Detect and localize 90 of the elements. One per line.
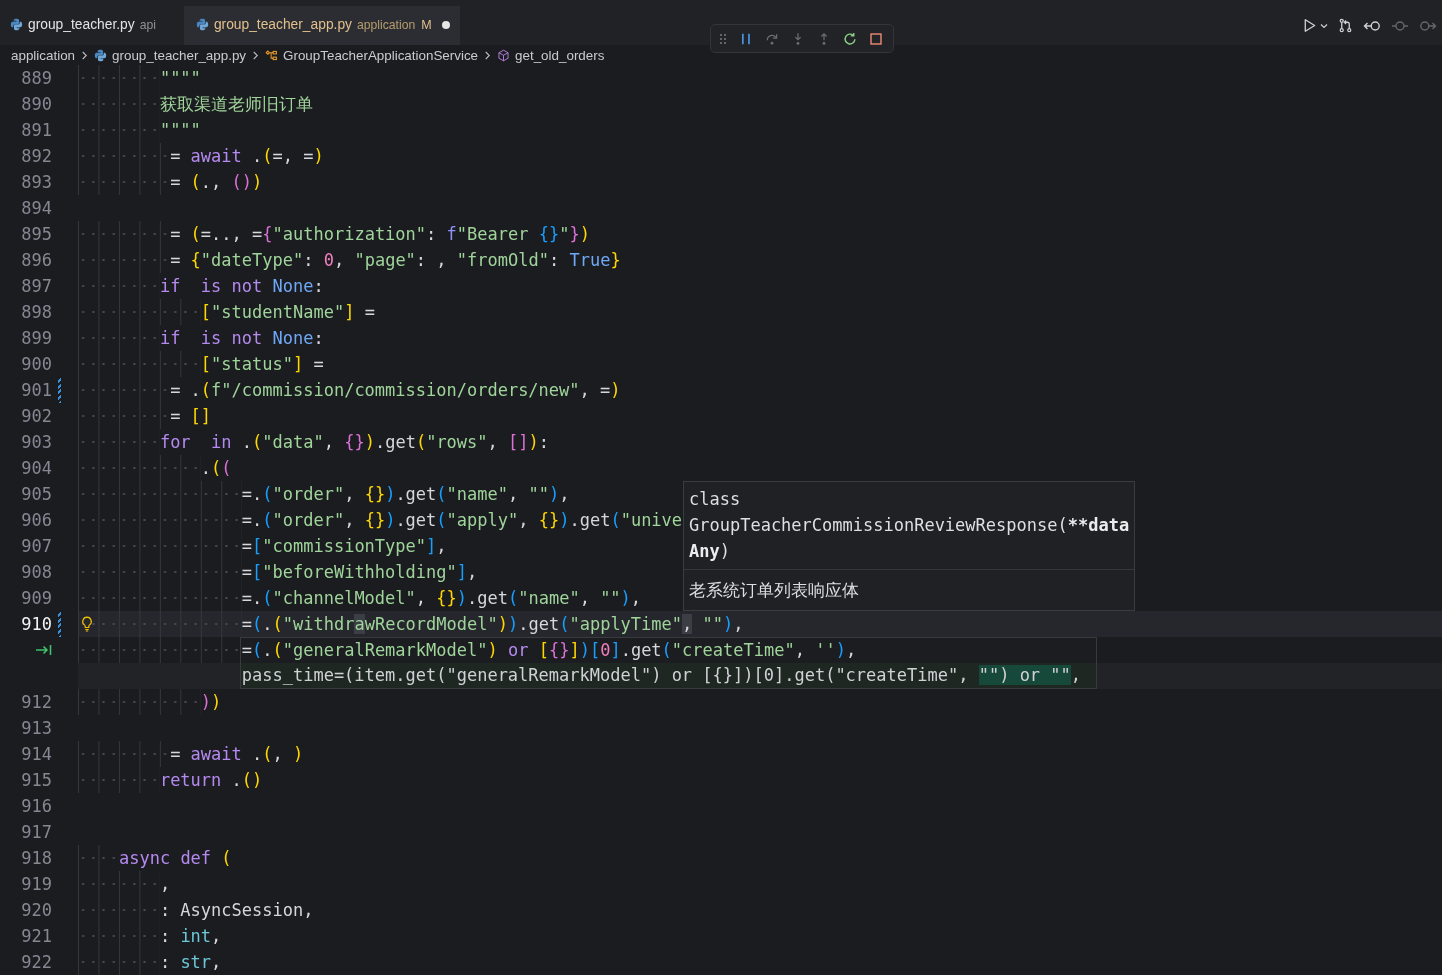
line-number: 891 bbox=[21, 119, 52, 142]
chevron-right-icon bbox=[252, 50, 260, 60]
hover-signature: class GroupTeacherCommissionReviewResponse(**data Any) bbox=[688, 488, 1131, 563]
code-line: )) bbox=[200, 691, 222, 714]
code-line: return .() bbox=[159, 769, 263, 792]
code-line: .(( bbox=[200, 457, 232, 480]
drag-handle-icon[interactable] bbox=[719, 32, 727, 45]
line-number: 905 bbox=[21, 483, 52, 506]
hover-doc: 老系统订单列表响应体 bbox=[684, 569, 1135, 602]
line-number: 914 bbox=[21, 743, 52, 766]
line-number: 903 bbox=[21, 431, 52, 454]
code-line: for in .("data", {}).get("rows", []): bbox=[159, 431, 550, 454]
line-number: 909 bbox=[21, 587, 52, 610]
line-number: 899 bbox=[21, 327, 52, 350]
tab-arrow-icon[interactable] bbox=[35, 644, 52, 656]
code-line: ["studentName"] = bbox=[200, 301, 375, 324]
line-number: 907 bbox=[21, 535, 52, 558]
code-line: , bbox=[159, 873, 171, 896]
code-line: = [] bbox=[170, 405, 212, 428]
editor-tab[interactable]: group_teacher_app.py application M bbox=[183, 6, 460, 45]
line-number: 921 bbox=[21, 925, 52, 948]
line-number: 913 bbox=[21, 717, 52, 740]
lightbulb-icon[interactable] bbox=[81, 616, 93, 632]
breadcrumb-item[interactable]: get_old_orders bbox=[497, 47, 605, 63]
line-number: 889 bbox=[21, 67, 52, 90]
circular-arrow-icon bbox=[843, 31, 857, 46]
code-line: async def ( bbox=[118, 847, 232, 870]
curved-arrow-icon bbox=[765, 31, 779, 46]
line-number: 897 bbox=[21, 275, 52, 298]
code-line: """" bbox=[159, 67, 201, 90]
code-line: """" bbox=[159, 119, 201, 142]
pause-icon bbox=[739, 31, 753, 46]
code-line: : AsyncSession, bbox=[159, 899, 314, 922]
line-number: 922 bbox=[21, 951, 52, 974]
code-line: =.("channelModel", {}).get("name", ""), bbox=[241, 587, 642, 610]
line-number: 915 bbox=[21, 769, 52, 792]
line-number: 919 bbox=[21, 873, 52, 896]
breadcrumb-item[interactable]: group_teacher_app.py bbox=[94, 47, 247, 63]
python-file-icon bbox=[94, 48, 108, 62]
cube-icon bbox=[497, 48, 511, 62]
line-number: 910 bbox=[21, 613, 52, 636]
line-number: 896 bbox=[21, 249, 52, 272]
branch-arrows-icon bbox=[1338, 18, 1353, 33]
code-line: : str, bbox=[159, 951, 222, 974]
chevron-down-icon bbox=[1320, 21, 1328, 30]
line-number: 917 bbox=[21, 821, 52, 844]
line-number: 920 bbox=[21, 899, 52, 922]
line-number: 893 bbox=[21, 171, 52, 194]
breadcrumb-item[interactable]: application bbox=[11, 47, 76, 63]
python-file-icon bbox=[10, 18, 23, 31]
line-number: 890 bbox=[21, 93, 52, 116]
line-number: 912 bbox=[21, 691, 52, 714]
editor-tab[interactable]: group_teacher.py api bbox=[0, 6, 184, 45]
code-line: = (=.., ={"authorization": f"Bearer {}"}) bbox=[170, 223, 590, 246]
code-line: if is not None: bbox=[159, 327, 324, 350]
class-symbol-icon bbox=[265, 48, 279, 62]
chevron-right-icon bbox=[484, 50, 492, 60]
line-number: 898 bbox=[21, 301, 52, 324]
line-number: 916 bbox=[21, 795, 52, 818]
line-number: 906 bbox=[21, 509, 52, 532]
line-number: 892 bbox=[21, 145, 52, 168]
code-line: 获取渠道老师旧订单 bbox=[159, 93, 313, 116]
line-number: 895 bbox=[21, 223, 52, 246]
code-line: = .(f"/commission/commission/orders/new", =) bbox=[170, 379, 621, 402]
chevron-right-icon bbox=[81, 50, 89, 60]
line-number: 918 bbox=[21, 847, 52, 870]
code-line: = (., ()) bbox=[170, 171, 263, 194]
code-line: = await .(=, =) bbox=[170, 145, 324, 168]
code-line: : int, bbox=[159, 925, 222, 948]
line-number: 894 bbox=[21, 197, 52, 220]
code-line: if is not None: bbox=[159, 275, 324, 298]
code-line: ["status"] = bbox=[200, 353, 324, 376]
code-line: =.("order", {}).get("name", ""), bbox=[241, 483, 570, 506]
line-number: 904 bbox=[21, 457, 52, 480]
line-number: 901 bbox=[21, 379, 52, 402]
unsaved-dot-icon[interactable] bbox=[441, 20, 450, 29]
square-icon bbox=[869, 31, 883, 46]
code-line: = {"dateType": 0, "page": , "fromOld": True} bbox=[170, 249, 621, 272]
code-line: =(.("withdrawRecordModel")).get("applyTime", ""), bbox=[241, 613, 744, 636]
play-icon bbox=[1302, 18, 1317, 33]
line-number: 900 bbox=[21, 353, 52, 376]
python-file-icon bbox=[195, 18, 209, 31]
code-line: = await .(, ) bbox=[170, 743, 304, 766]
line-number: 902 bbox=[21, 405, 52, 428]
code-line: =["commissionType"], bbox=[241, 535, 447, 558]
code-line: =.("order", {}).get("apply", {}).get("unive bbox=[241, 509, 683, 532]
code-line: =["beforeWithholding"], bbox=[241, 561, 478, 584]
line-number: 908 bbox=[21, 561, 52, 584]
breadcrumb-item[interactable]: GroupTeacherApplicationService bbox=[265, 47, 479, 63]
inline-suggestion: pass_time=(item.get("generalRemarkModel") or [{}])[0].get("createTime", "") or "", bbox=[239, 663, 1097, 689]
